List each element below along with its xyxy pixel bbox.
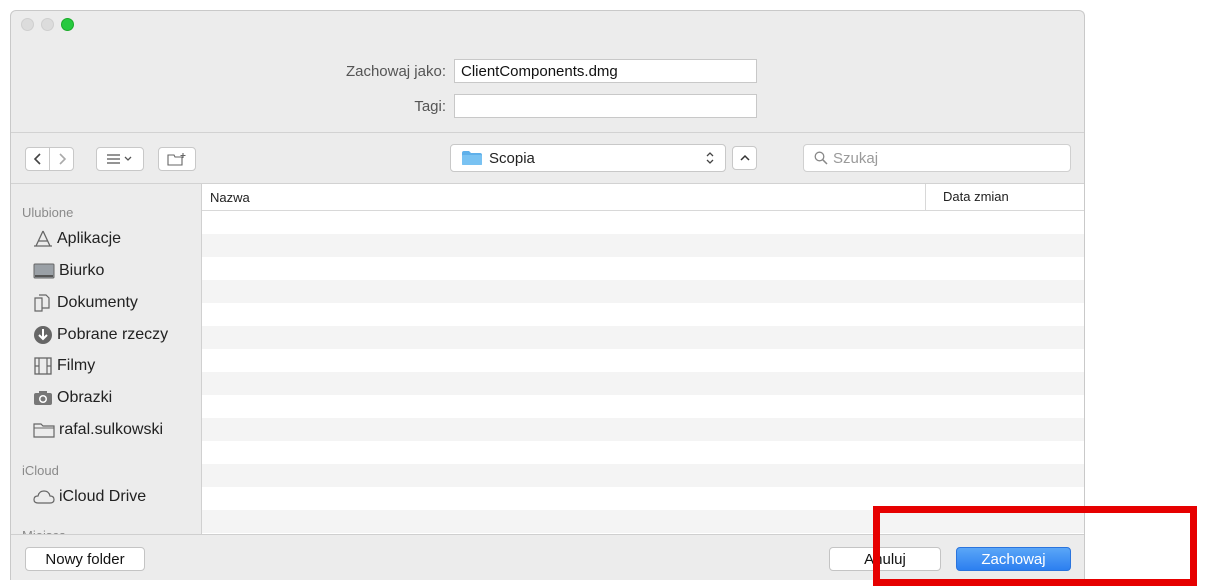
- search-icon: [814, 151, 828, 165]
- column-header-name[interactable]: Nazwa: [210, 190, 250, 205]
- folder-icon: [462, 151, 482, 165]
- list-row[interactable]: [202, 257, 1084, 280]
- sidebar-item-label: iCloud Drive: [59, 488, 147, 505]
- save-dialog: Zachowaj jako: ClientComponents.dmg Tagi…: [10, 10, 1085, 580]
- chevron-right-icon: [58, 153, 66, 165]
- search-field[interactable]: Szukaj: [803, 144, 1071, 172]
- file-list[interactable]: Nazwa Data zmian: [201, 184, 1084, 534]
- view-options-button[interactable]: [96, 147, 144, 171]
- close-window-button[interactable]: [21, 18, 34, 31]
- list-row[interactable]: [202, 280, 1084, 303]
- sidebar-item-applications[interactable]: Aplikacje: [33, 230, 121, 248]
- list-row[interactable]: [202, 349, 1084, 372]
- new-folder-icon: [167, 153, 186, 166]
- sidebar-item-label: Biurko: [59, 262, 105, 279]
- sidebar: Ulubione Aplikacje Biurko Dokumenty Pobr…: [11, 184, 201, 543]
- home-folder-icon: [33, 423, 55, 438]
- list-row[interactable]: [202, 441, 1084, 464]
- zoom-window-button[interactable]: [61, 18, 74, 31]
- location-label: Scopia: [489, 149, 535, 167]
- sidebar-item-downloads[interactable]: Pobrane rzeczy: [33, 325, 168, 345]
- applications-icon: [34, 230, 52, 247]
- list-row[interactable]: [202, 211, 1084, 234]
- sidebar-item-label: Pobrane rzeczy: [57, 326, 169, 343]
- list-view-icon: [107, 154, 132, 164]
- sidebar-header-icloud: iCloud: [22, 463, 59, 478]
- sidebar-item-label: Filmy: [57, 357, 96, 374]
- column-header-date-modified[interactable]: Data zmian: [925, 184, 1009, 210]
- sidebar-header-favorites: Ulubione: [22, 205, 74, 220]
- sidebar-item-label: Aplikacje: [57, 230, 122, 247]
- sidebar-item-icloud-drive[interactable]: iCloud Drive: [33, 488, 146, 506]
- sidebar-item-label: Obrazki: [57, 389, 113, 406]
- updown-chevron-icon: [706, 152, 714, 164]
- sidebar-item-pictures[interactable]: Obrazki: [33, 389, 112, 407]
- new-folder-button[interactable]: Nowy folder: [25, 547, 145, 571]
- highlight-box: [873, 506, 1197, 586]
- list-row[interactable]: [202, 303, 1084, 326]
- search-placeholder: Szukaj: [833, 149, 879, 167]
- list-row[interactable]: [202, 234, 1084, 257]
- desktop-icon: [33, 263, 55, 279]
- minimize-window-button[interactable]: [41, 18, 54, 31]
- documents-icon: [34, 294, 50, 312]
- tags-label: Tagi:: [414, 98, 446, 115]
- sidebar-item-documents[interactable]: Dokumenty: [33, 294, 138, 312]
- list-row[interactable]: [202, 372, 1084, 395]
- cloud-icon: [33, 490, 55, 504]
- sidebar-item-movies[interactable]: Filmy: [33, 357, 95, 375]
- list-row[interactable]: [202, 464, 1084, 487]
- tags-field[interactable]: [454, 94, 757, 118]
- downloads-icon: [34, 326, 52, 344]
- back-button[interactable]: [25, 147, 50, 171]
- new-folder-toolbar-button[interactable]: [158, 147, 196, 171]
- location-popup[interactable]: Scopia: [450, 144, 726, 172]
- sidebar-item-label: Dokumenty: [57, 294, 138, 311]
- sidebar-item-label: rafal.sulkowski: [59, 421, 164, 438]
- list-row[interactable]: [202, 395, 1084, 418]
- sidebar-item-desktop[interactable]: Biurko: [33, 262, 104, 280]
- forward-button[interactable]: [49, 147, 74, 171]
- list-row[interactable]: [202, 326, 1084, 349]
- chevron-left-icon: [33, 153, 41, 165]
- list-header: Nazwa Data zmian: [202, 184, 1084, 211]
- sidebar-item-home[interactable]: rafal.sulkowski: [33, 421, 163, 439]
- pictures-icon: [34, 391, 52, 405]
- chevron-up-icon: [739, 154, 750, 161]
- list-row[interactable]: [202, 418, 1084, 441]
- save-as-label: Zachowaj jako:: [345, 63, 446, 80]
- save-as-field[interactable]: ClientComponents.dmg: [454, 59, 757, 83]
- expand-collapse-button[interactable]: [732, 146, 757, 170]
- movies-icon: [34, 357, 52, 375]
- toolbar-separator: [11, 132, 1084, 133]
- title-bar: [11, 11, 1084, 39]
